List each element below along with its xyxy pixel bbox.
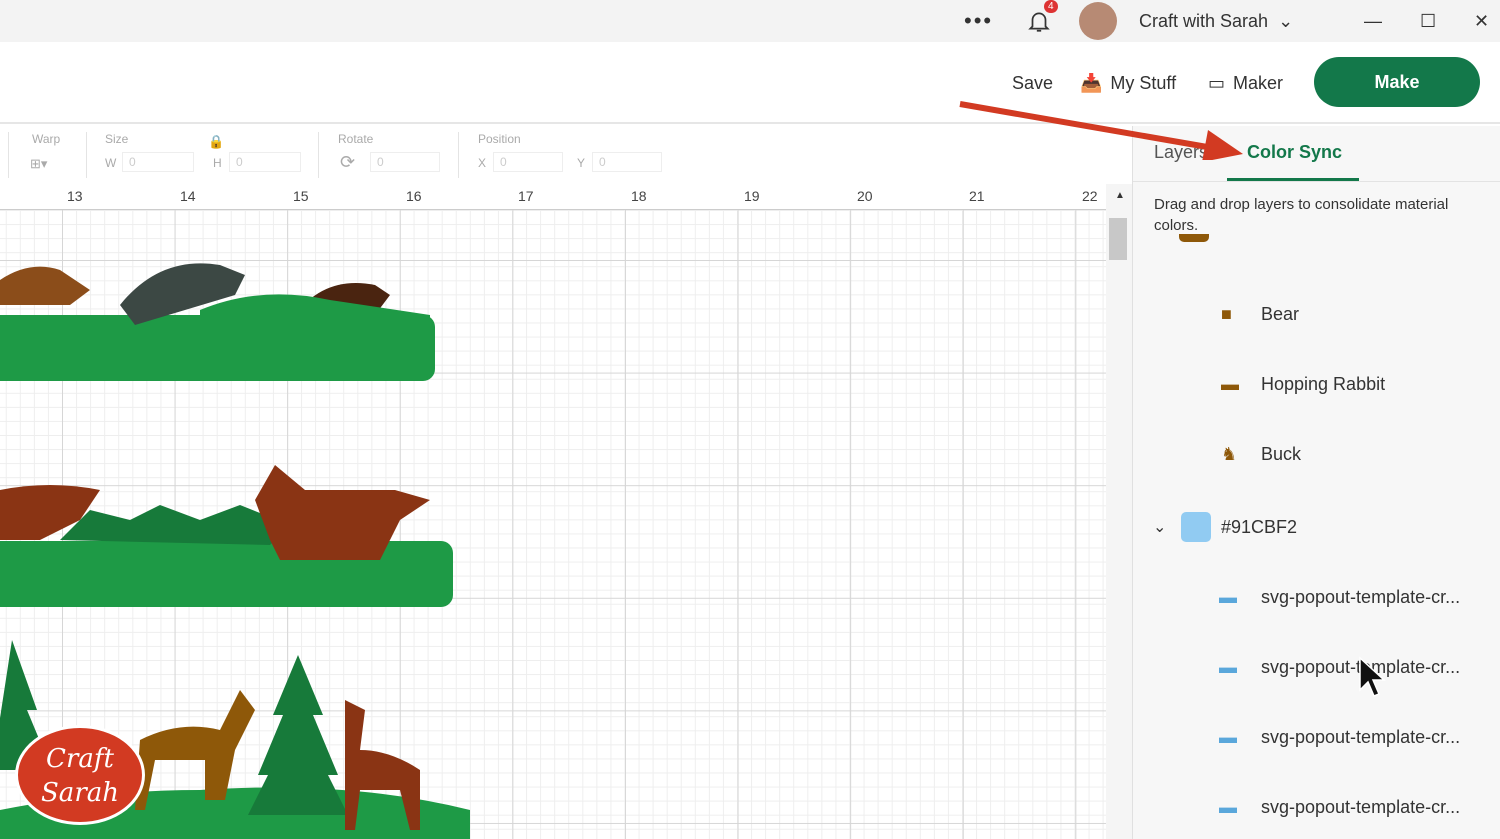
strip-icon: ▬ [1219,656,1237,677]
divider [8,132,9,178]
maximize-button[interactable]: ☐ [1420,0,1436,42]
save-label: Save [1012,72,1054,93]
notification-badge: 4 [1044,0,1058,13]
layer-name: svg-popout-template-cr... [1261,726,1461,747]
color-swatch[interactable] [1181,512,1211,542]
position-label: Position [478,132,521,146]
layer-item[interactable]: ▬svg-popout-template-cr... [1133,632,1500,702]
layer-item[interactable]: ▬ svg-popout-template-cr... [1133,562,1500,632]
strip-icon: ▬ [1219,586,1237,607]
h-label: H [213,156,222,170]
color-group-header[interactable]: ⌄ #8E5809 [1133,234,1500,262]
warp-icon[interactable]: ⊞▾ [30,156,47,172]
buck-icon: ♞ [1221,443,1238,464]
layer-name: svg-popout-template-cr... [1261,586,1461,607]
ruler-tick: 17 [518,188,534,204]
ruler-tick: 19 [744,188,760,204]
chevron-down-icon[interactable]: ⌄ [1153,234,1179,236]
machine-icon: ▭ [1208,72,1226,93]
bushes [60,505,290,545]
user-name: Craft with Sarah [1139,10,1269,31]
strip-icon: ▬ [1219,796,1237,817]
y-input[interactable]: 0 [592,152,662,172]
warp-label: Warp [32,132,61,146]
size-label: Size [105,132,129,146]
ruler-tick: 22 [1082,188,1098,204]
rotate-icon: ⟳ [340,152,356,172]
bear-icon: ■ [1221,303,1232,324]
ruler-tick: 18 [631,188,647,204]
annotation-arrow [959,101,1243,160]
layer-item[interactable]: ▬ svg-popout-template-cr... [1133,772,1500,839]
ruler-tick: 21 [969,188,985,204]
rotate-input[interactable]: 0 [370,152,440,172]
layer-item[interactable]: ♞ Buck [1133,419,1500,489]
tab-color-sync[interactable]: Color Sync [1247,142,1342,163]
y-label: Y [577,156,586,170]
my-stuff-label: My Stuff [1110,72,1177,93]
rotate-label: Rotate [338,132,374,146]
chevron-down-icon[interactable]: ⌄ [1153,517,1181,537]
make-button[interactable]: Make [1314,57,1480,107]
lock-icon[interactable]: 🔒 [208,134,224,150]
avatar[interactable] [1079,0,1117,42]
scroll-thumb[interactable] [1109,218,1127,260]
ruler-tick: 13 [67,188,83,204]
ruler-tick: 20 [857,188,873,204]
close-button[interactable]: ✕ [1474,0,1489,42]
color-swatch[interactable] [1179,234,1209,242]
layer-item[interactable]: ▬ svg-popout-template-cr... [1133,702,1500,772]
user-menu[interactable]: Craft with Sarah ⌄ [1139,0,1293,42]
header: Save 📥 My Stuff ▭ Maker Make [0,42,1500,124]
grass-strip [0,541,453,607]
w-label: W [105,156,117,170]
notifications-button[interactable]: 4 [1026,0,1058,42]
maker-label: Maker [1233,72,1284,93]
height-input[interactable]: 0 [229,152,301,172]
layer-name: Bear [1261,303,1300,324]
x-label: X [478,156,487,170]
craft-with-sarah-logo: Craft Sarah [15,725,145,825]
divider [458,132,459,178]
more-icon[interactable]: ••• [964,0,993,42]
tree [248,655,348,815]
color-group-header[interactable]: ⌄ #91CBF2 [1133,492,1500,562]
layer-name: Buck [1261,443,1302,464]
horizontal-ruler: 13 14 15 16 17 18 19 20 21 22 [0,184,1106,210]
layer-item[interactable]: ■ Bear [1133,279,1500,349]
strip-icon: ▬ [1219,726,1237,747]
layer-name: Hopping Rabbit [1261,373,1386,394]
mouse-cursor-icon [1359,656,1386,697]
ruler-tick: 15 [293,188,309,204]
divider [318,132,319,178]
inbox-icon: 📥 [1080,72,1103,93]
divider [1133,181,1500,182]
panel-description: Drag and drop layers to consolidate mate… [1154,196,1449,234]
design-canvas[interactable]: Craft Sarah [0,210,1106,839]
ruler-tick: 16 [406,188,422,204]
x-input[interactable]: 0 [493,152,563,172]
rabbit-icon: ▬ [1221,373,1239,394]
color-hex: #91CBF2 [1221,516,1298,537]
rabbit [0,266,90,305]
canvas-scrollbar[interactable]: ▲ [1106,184,1132,839]
title-bar: ••• 4 Craft with Sarah ⌄ — ☐ ✕ [0,0,1500,42]
color-list: ⌄ #8E5809 ■ Bear ▬ Hopping Rabbit ♞ Buck ⌄ … [1133,234,1500,839]
color-sync-panel: Layers Color Sync Drag and drop layers t… [1132,126,1500,839]
ruler-tick: 14 [180,188,196,204]
divider [86,132,87,178]
minimize-button[interactable]: — [1364,0,1382,42]
color-hex: #8E5809 [1219,234,1291,238]
scroll-up-icon[interactable]: ▲ [1115,190,1125,201]
layer-item[interactable]: ▬ Hopping Rabbit [1133,349,1500,419]
chevron-down-icon: ⌄ [1278,10,1294,31]
width-input[interactable]: 0 [122,152,194,172]
layer-name: svg-popout-template-cr... [1261,796,1461,817]
